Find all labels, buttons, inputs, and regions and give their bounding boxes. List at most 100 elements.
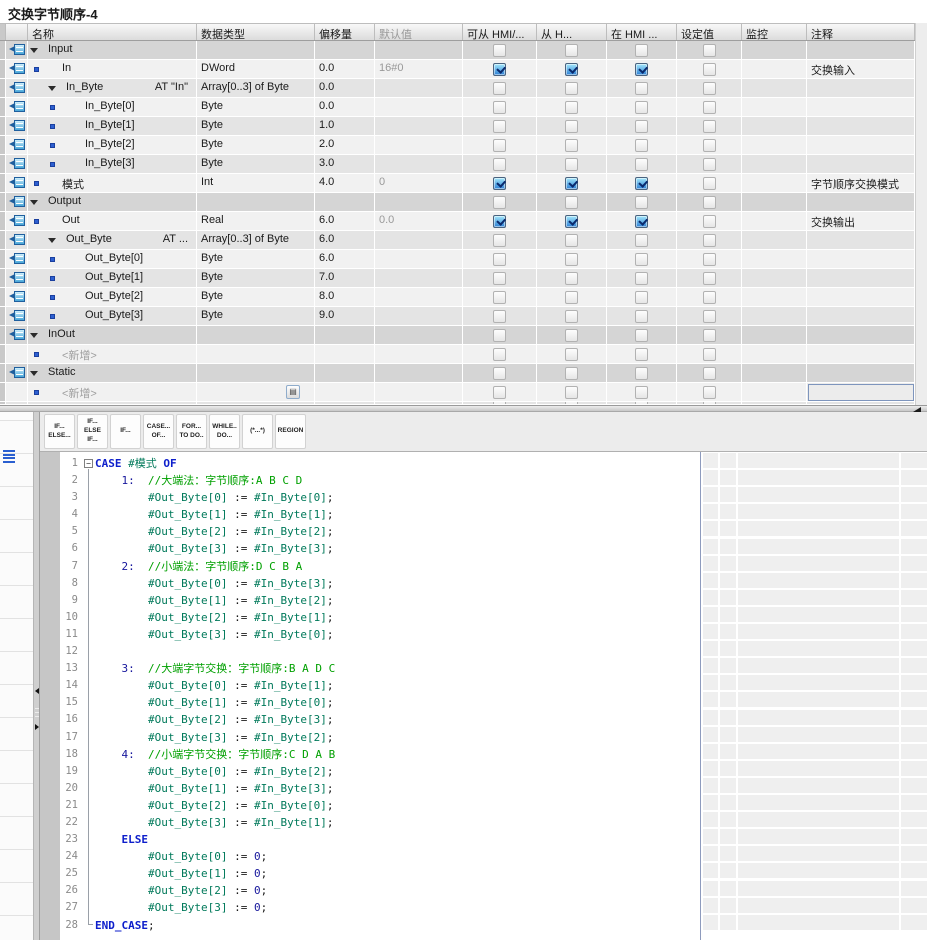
datatype-cell[interactable]: Byte <box>197 250 315 269</box>
snippet-button[interactable]: IF... ELSE IF... <box>77 414 108 449</box>
datatype-cell[interactable]: Byte <box>197 307 315 326</box>
hmi-visible-checkbox[interactable] <box>635 196 648 209</box>
var-row[interactable]: Static <box>0 364 927 383</box>
setpoint-checkbox[interactable] <box>703 291 716 304</box>
column-header[interactable]: 注释 <box>807 24 915 40</box>
hmi-visible-checkbox[interactable] <box>635 329 648 342</box>
code-line[interactable]: 26 #Out_Byte[2] := 0; <box>40 882 700 899</box>
code-line[interactable]: 19 #Out_Byte[0] := #In_Byte[2]; <box>40 763 700 780</box>
code-line[interactable]: 2 1: //大端法：字节顺序:A B C D <box>40 472 700 489</box>
datatype-cell[interactable]: Byte <box>197 117 315 136</box>
comment-cell[interactable] <box>807 155 915 174</box>
code-line[interactable]: 14 #Out_Byte[0] := #In_Byte[1]; <box>40 677 700 694</box>
default-value-cell[interactable] <box>375 136 463 155</box>
code-line[interactable]: 9 #Out_Byte[1] := #In_Byte[2]; <box>40 592 700 609</box>
column-header[interactable]: 名称 <box>28 24 197 40</box>
setpoint-checkbox[interactable] <box>703 367 716 380</box>
code-line[interactable]: 13 3: //大端字节交换：字节顺序:B A D C <box>40 660 700 677</box>
hmi-from-checkbox[interactable] <box>565 272 578 285</box>
code-line[interactable]: 4 #Out_Byte[1] := #In_Byte[1]; <box>40 506 700 523</box>
code-line[interactable]: 16 #Out_Byte[2] := #In_Byte[3]; <box>40 711 700 728</box>
hmi-visible-checkbox[interactable] <box>635 310 648 323</box>
datatype-cell[interactable]: Byte <box>197 98 315 117</box>
default-value-cell[interactable] <box>375 117 463 136</box>
hmi-from-checkbox[interactable] <box>565 196 578 209</box>
code-line[interactable]: 28END_CASE; <box>40 917 700 934</box>
name-cell[interactable]: Out_Byte[2] <box>28 288 197 307</box>
expand-triangle-icon[interactable] <box>30 371 38 376</box>
hmi-visible-checkbox[interactable] <box>635 386 648 399</box>
dropdown-grid-icon[interactable]: ▤ <box>286 385 300 399</box>
comment-cell[interactable] <box>807 326 915 345</box>
snippet-button[interactable]: FOR... TO DO.. <box>176 414 207 449</box>
hmi-from-checkbox[interactable] <box>565 139 578 152</box>
hmi-accessible-checkbox[interactable] <box>493 196 506 209</box>
var-row[interactable]: Out_Byte[0]Byte6.0 <box>0 250 927 269</box>
name-cell[interactable]: InOut <box>28 326 197 345</box>
column-header[interactable]: 数据类型 <box>197 24 315 40</box>
comment-cell[interactable] <box>807 231 915 250</box>
hmi-accessible-checkbox[interactable] <box>493 63 506 76</box>
default-value-cell[interactable] <box>375 288 463 307</box>
comment-cell[interactable] <box>807 79 915 98</box>
comment-cell[interactable] <box>807 136 915 155</box>
name-cell[interactable]: In_Byte[3] <box>28 155 197 174</box>
hmi-accessible-checkbox[interactable] <box>493 120 506 133</box>
hmi-visible-checkbox[interactable] <box>635 139 648 152</box>
default-value-cell[interactable] <box>375 193 463 212</box>
name-cell[interactable]: <新增> <box>28 345 197 364</box>
default-value-cell[interactable]: 0 <box>375 174 463 193</box>
hmi-visible-checkbox[interactable] <box>635 234 648 247</box>
expand-triangle-icon[interactable] <box>48 238 56 243</box>
setpoint-checkbox[interactable] <box>703 120 716 133</box>
code-line[interactable]: 18 4: //小端字节交换：字节顺序:C D A B <box>40 746 700 763</box>
datatype-cell[interactable]: DWord <box>197 60 315 79</box>
comment-cell[interactable] <box>807 269 915 288</box>
setpoint-checkbox[interactable] <box>703 386 716 399</box>
hmi-from-checkbox[interactable] <box>565 253 578 266</box>
var-row[interactable]: In_Byte[3]Byte3.0 <box>0 155 927 174</box>
setpoint-checkbox[interactable] <box>703 310 716 323</box>
comment-cell[interactable] <box>807 193 915 212</box>
hmi-visible-checkbox[interactable] <box>635 272 648 285</box>
hmi-visible-checkbox[interactable] <box>635 63 648 76</box>
setpoint-checkbox[interactable] <box>703 101 716 114</box>
hmi-accessible-checkbox[interactable] <box>493 139 506 152</box>
comment-cell[interactable] <box>807 288 915 307</box>
hmi-from-checkbox[interactable] <box>565 291 578 304</box>
hmi-from-checkbox[interactable] <box>565 120 578 133</box>
column-header[interactable]: 设定值 <box>677 24 742 40</box>
hmi-accessible-checkbox[interactable] <box>493 272 506 285</box>
default-value-cell[interactable]: 16#0 <box>375 60 463 79</box>
code-line[interactable]: 8 #Out_Byte[0] := #In_Byte[3]; <box>40 575 700 592</box>
setpoint-checkbox[interactable] <box>703 139 716 152</box>
hmi-visible-checkbox[interactable] <box>635 177 648 190</box>
hmi-visible-checkbox[interactable] <box>635 44 648 57</box>
datatype-cell[interactable]: Array[0..3] of Byte <box>197 231 315 250</box>
name-cell[interactable]: Output <box>28 193 197 212</box>
name-cell[interactable]: Static <box>28 364 197 383</box>
var-row[interactable]: In_ByteAT "In"Array[0..3] of Byte0.0 <box>0 79 927 98</box>
var-row[interactable]: Out_Byte[3]Byte9.0 <box>0 307 927 326</box>
hmi-from-checkbox[interactable] <box>565 310 578 323</box>
var-row[interactable]: OutReal6.00.0交换输出 <box>0 212 927 231</box>
datatype-cell[interactable]: Real <box>197 212 315 231</box>
expand-triangle-icon[interactable] <box>48 86 56 91</box>
scl-editor[interactable]: − 1CASE #模式 OF2 1: //大端法：字节顺序:A B C D3 #… <box>40 452 927 940</box>
hmi-from-checkbox[interactable] <box>565 215 578 228</box>
setpoint-checkbox[interactable] <box>703 63 716 76</box>
comment-cell[interactable]: 交换输出 <box>807 212 915 231</box>
setpoint-checkbox[interactable] <box>703 272 716 285</box>
hmi-accessible-checkbox[interactable] <box>493 44 506 57</box>
horizontal-splitter[interactable] <box>0 405 927 412</box>
name-cell[interactable]: Input <box>28 41 197 60</box>
var-row[interactable]: Output <box>0 193 927 212</box>
hmi-visible-checkbox[interactable] <box>635 120 648 133</box>
table-scrollbar[interactable] <box>915 23 927 405</box>
default-value-cell[interactable] <box>375 383 463 402</box>
code-line[interactable]: 7 2: //小端法：字节顺序:D C B A <box>40 558 700 575</box>
name-cell[interactable]: In_ByteAT "In" <box>28 79 197 98</box>
datatype-cell[interactable]: Byte <box>197 136 315 155</box>
hmi-accessible-checkbox[interactable] <box>493 348 506 361</box>
hmi-accessible-checkbox[interactable] <box>493 177 506 190</box>
